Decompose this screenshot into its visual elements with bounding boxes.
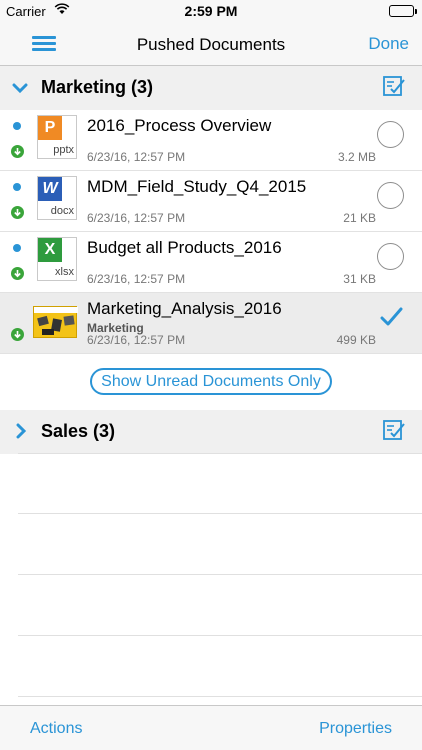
actions-button[interactable]: Actions [30,720,82,738]
list-divider [18,635,422,636]
select-radio[interactable] [377,182,404,209]
done-button[interactable]: Done [368,34,409,54]
pptx-file-icon: P pptx [37,115,77,159]
select-all-icon[interactable] [382,74,406,98]
unread-dot-icon [13,122,21,130]
select-radio[interactable] [377,243,404,270]
unread-dot-icon [13,244,21,252]
document-date: 6/23/16, 12:57 PM [87,150,186,164]
select-radio[interactable] [377,121,404,148]
select-all-icon[interactable] [382,418,406,442]
file-extension: docx [50,205,74,217]
section-label: Marketing (3) [41,77,154,97]
navigation-bar: Pushed Documents Done [0,22,422,66]
download-icon [11,145,24,158]
unread-dot-icon [13,183,21,191]
document-date: 6/23/16, 12:57 PM [87,211,186,225]
properties-button[interactable]: Properties [319,720,392,738]
document-size: 3.2 MB [337,150,376,164]
document-row[interactable]: W docx MDM_Field_Study_Q4_2015 6/23/16, … [0,171,422,232]
section-label: Sales (3) [41,421,116,441]
document-date: 6/23/16, 12:57 PM [87,333,186,347]
document-row-selected[interactable]: Marketing_Analysis_2016 Marketing 6/23/1… [0,293,422,354]
download-icon [11,206,24,219]
file-badge: P [38,116,62,140]
document-row[interactable]: P pptx 2016_Process Overview 6/23/16, 12… [0,110,422,171]
battery-icon [389,5,417,17]
file-badge: X [38,238,62,262]
file-extension: xlsx [55,266,74,278]
list-divider [18,696,422,697]
file-badge: W [38,177,62,201]
document-name: Marketing_Analysis_2016 [87,299,282,318]
document-size: 31 KB [343,272,376,286]
document-size: 499 KB [336,333,376,347]
file-extension: pptx [53,144,74,156]
bottom-toolbar: Actions Properties [0,705,422,750]
checkmark-icon[interactable] [379,305,403,329]
document-name: Budget all Products_2016 [87,238,282,257]
page-title: Pushed Documents [136,35,286,54]
status-bar: Carrier 2:59 PM [0,0,422,22]
list-divider [18,574,422,575]
document-name: 2016_Process Overview [87,116,272,135]
section-header-sales[interactable]: Sales (3) [0,410,422,454]
list-divider [18,453,422,454]
chevron-down-icon[interactable] [12,76,28,100]
download-icon [11,267,24,280]
list-divider [18,513,422,514]
document-row[interactable]: X xlsx Budget all Products_2016 6/23/16,… [0,232,422,293]
document-thumbnail [33,306,78,338]
chevron-right-icon[interactable] [12,420,27,445]
section-header-marketing[interactable]: Marketing (3) [0,66,422,110]
document-name: MDM_Field_Study_Q4_2015 [87,177,307,196]
xlsx-file-icon: X xlsx [37,237,77,281]
document-size: 21 KB [343,211,376,225]
show-unread-only-button[interactable]: Show Unread Documents Only [90,368,332,395]
docx-file-icon: W docx [37,176,77,220]
document-date: 6/23/16, 12:57 PM [87,272,186,286]
status-time: 2:59 PM [184,3,238,19]
download-icon [11,328,24,341]
